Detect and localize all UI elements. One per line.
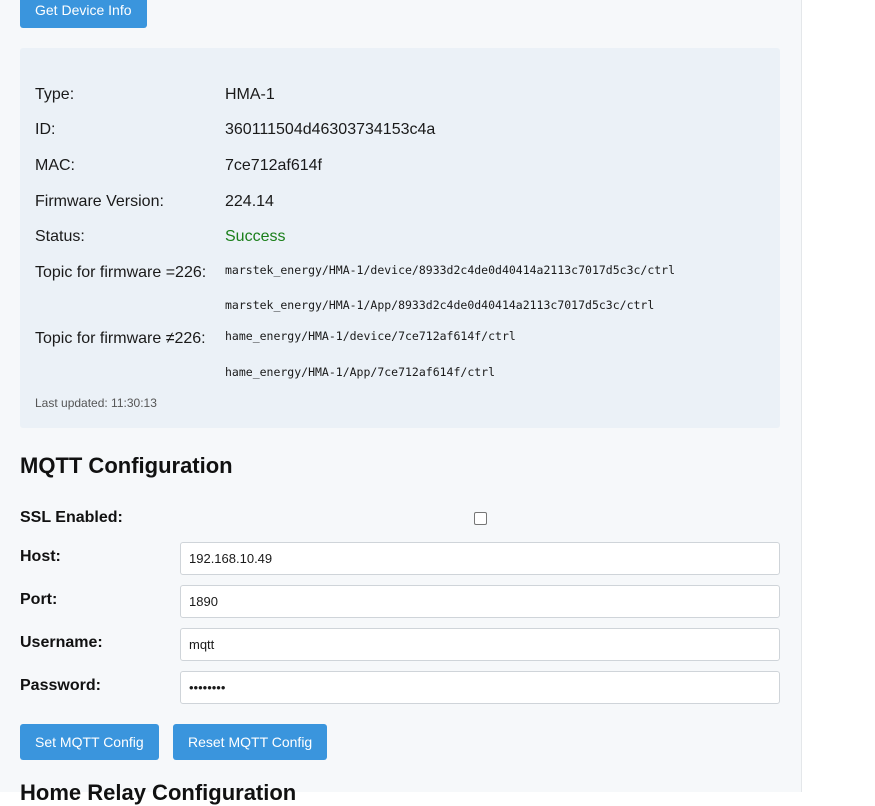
id-label: ID: <box>35 121 56 138</box>
id-value: 360111504d46303734153c4a <box>225 121 436 138</box>
get-device-info-button[interactable]: Get Device Info <box>20 0 147 28</box>
password-label: Password: <box>20 677 101 694</box>
reset-mqtt-config-button[interactable]: Reset MQTT Config <box>173 724 328 760</box>
mac-label: MAC: <box>35 157 75 174</box>
topic-226-device: marstek_energy/HMA-1/device/8933d2c4de0d… <box>225 263 676 277</box>
topic-not226-device: hame_energy/HMA-1/device/7ce712af614f/ct… <box>225 329 516 343</box>
topic-not226-app: hame_energy/HMA-1/App/7ce712af614f/ctrl <box>225 365 496 379</box>
username-input[interactable] <box>180 628 780 661</box>
username-label: Username: <box>20 634 103 651</box>
host-input[interactable] <box>180 542 780 575</box>
firmware-value: 224.14 <box>225 193 274 210</box>
firmware-label: Firmware Version: <box>35 193 164 210</box>
status-value: Success <box>225 228 286 245</box>
status-label: Status: <box>35 228 85 245</box>
mqtt-section-title: MQTT Configuration <box>20 453 233 478</box>
home-relay-section-title: Home Relay Configuration <box>20 780 297 805</box>
mac-value: 7ce712af614f <box>225 157 322 174</box>
type-label: Type: <box>35 86 75 103</box>
page-container: Get Device Info Type: HMA-1 ID: 36011150… <box>0 0 802 805</box>
port-input[interactable] <box>180 585 780 618</box>
ssl-label: SSL Enabled: <box>20 509 123 526</box>
topic-not226-label: Topic for firmware ≠226: <box>35 330 206 347</box>
topic-226-app: marstek_energy/HMA-1/App/8933d2c4de0d404… <box>225 298 655 312</box>
set-mqtt-config-button[interactable]: Set MQTT Config <box>20 724 159 760</box>
device-info-panel: Type: HMA-1 ID: 360111504d46303734153c4a… <box>20 48 780 428</box>
ssl-checkbox[interactable] <box>474 512 487 525</box>
password-input[interactable] <box>180 671 780 704</box>
port-label: Port: <box>20 591 58 608</box>
last-updated-text: Last updated: 11:30:13 <box>35 396 157 410</box>
topic-226-label: Topic for firmware =226: <box>35 264 207 281</box>
type-value: HMA-1 <box>225 86 275 103</box>
host-label: Host: <box>20 548 61 565</box>
